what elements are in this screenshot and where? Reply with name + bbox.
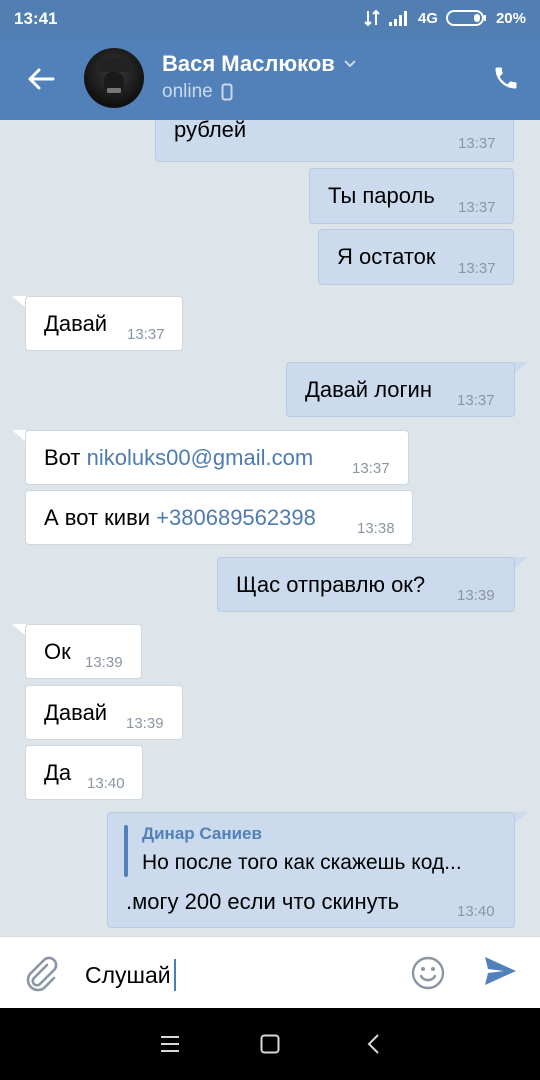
- message-input-value: Слушай: [85, 961, 171, 988]
- smiley-icon: [411, 956, 445, 990]
- message-text: Ок: [44, 639, 71, 664]
- reply-bar: [124, 825, 128, 877]
- message-time: 13:37: [127, 326, 165, 343]
- back-arrow-icon: [28, 68, 55, 90]
- emoji-button[interactable]: [410, 955, 446, 991]
- online-status: online: [162, 81, 213, 102]
- status-icons: 4G 20%: [364, 9, 526, 27]
- message-bubble[interactable]: Щас отправлю ок? 13:39: [217, 557, 515, 612]
- text-caret: [173, 959, 176, 991]
- status-bar: 13:41 4G 20%: [0, 0, 540, 38]
- message-time: 13:37: [458, 135, 496, 152]
- contact-status: online: [162, 81, 233, 103]
- data-transfer-icon: [364, 9, 380, 27]
- message-time: 13:37: [457, 392, 495, 409]
- message-time: 13:39: [126, 715, 164, 732]
- message-text: Вот nikoluks00@gmail.com: [44, 445, 314, 470]
- bubble-tail: [514, 362, 528, 374]
- message-bubble[interactable]: Ты пароль 13:37: [309, 168, 514, 224]
- reply-author: Динар Саниев: [142, 824, 262, 843]
- network-type: 4G: [417, 9, 438, 27]
- square-home-icon: [260, 1034, 280, 1054]
- message-composer: Слушай: [0, 936, 540, 1008]
- back-nav-button[interactable]: [362, 1032, 386, 1056]
- bubble-tail: [12, 430, 26, 442]
- message-text: Ты пароль: [328, 183, 435, 208]
- send-button[interactable]: [482, 953, 520, 991]
- message-bubble[interactable]: Да 13:40: [25, 745, 143, 800]
- contact-name-label: Вася Маслюков: [162, 51, 335, 76]
- message-text: А вот киви +380689562398: [44, 505, 316, 530]
- battery-icon: [445, 9, 488, 27]
- message-time: 13:37: [458, 260, 496, 277]
- call-button[interactable]: [486, 58, 526, 98]
- contact-name[interactable]: Вася Маслюков: [162, 51, 357, 77]
- message-bubble[interactable]: А вот киви +380689562398 13:38: [25, 490, 413, 545]
- avatar[interactable]: [84, 48, 144, 108]
- message-text: Да: [44, 760, 72, 785]
- message-list[interactable]: рублей 13:37 Ты пароль 13:37 Я остаток 1…: [0, 120, 540, 936]
- battery-percent: 20%: [495, 9, 526, 27]
- bubble-tail: [514, 557, 528, 569]
- message-time: 13:37: [352, 460, 390, 477]
- back-button[interactable]: [18, 56, 64, 102]
- message-time: 13:40: [457, 903, 495, 920]
- back-chevron-icon: [367, 1034, 379, 1054]
- message-text: Я остаток: [337, 244, 436, 269]
- home-button[interactable]: [258, 1032, 282, 1056]
- message-text: Давай логин: [305, 377, 432, 402]
- message-text: рублей: [174, 120, 247, 142]
- system-navigation-bar: [0, 1008, 540, 1080]
- send-icon: [485, 957, 516, 985]
- message-text: Давай: [44, 311, 108, 336]
- reply-text: Но после того как скажешь код...: [142, 851, 462, 874]
- menu-button[interactable]: [158, 1032, 182, 1056]
- message-bubble[interactable]: Я остаток 13:37: [318, 229, 514, 285]
- phone-link[interactable]: +380689562398: [156, 505, 316, 530]
- status-time: 13:41: [14, 9, 58, 28]
- mobile-icon: [221, 83, 233, 101]
- paperclip-icon: [26, 956, 58, 992]
- message-bubble[interactable]: Ок 13:39: [25, 624, 142, 679]
- message-time: 13:39: [457, 587, 495, 604]
- message-input[interactable]: Слушай: [85, 959, 176, 991]
- chevron-down-icon: [344, 60, 356, 68]
- attach-button[interactable]: [20, 953, 60, 993]
- message-bubble[interactable]: Давай логин 13:37: [286, 362, 515, 417]
- message-text: Давай: [44, 700, 108, 725]
- bubble-tail: [514, 812, 528, 824]
- email-link[interactable]: nikoluks00@gmail.com: [87, 445, 314, 470]
- phone-icon: [495, 67, 517, 89]
- message-time: 13:38: [357, 520, 395, 537]
- message-bubble[interactable]: рублей 13:37: [155, 120, 514, 162]
- bubble-tail: [12, 296, 26, 308]
- message-bubble[interactable]: Динар Саниев Но после того как скажешь к…: [107, 812, 515, 928]
- menu-icon: [161, 1036, 179, 1052]
- bubble-tail: [12, 624, 26, 636]
- message-bubble[interactable]: Вот nikoluks00@gmail.com 13:37: [25, 430, 409, 485]
- message-time: 13:39: [85, 654, 123, 671]
- signal-icon: [388, 10, 410, 26]
- message-time: 13:40: [87, 775, 125, 792]
- message-bubble[interactable]: Давай 13:39: [25, 685, 183, 740]
- message-bubble[interactable]: Давай 13:37: [25, 296, 183, 351]
- chat-header: Вася Маслюков online: [0, 38, 540, 120]
- message-time: 13:37: [458, 199, 496, 216]
- message-text: .могу 200 если что скинуть: [126, 889, 400, 914]
- message-text: Щас отправлю ок?: [236, 572, 426, 597]
